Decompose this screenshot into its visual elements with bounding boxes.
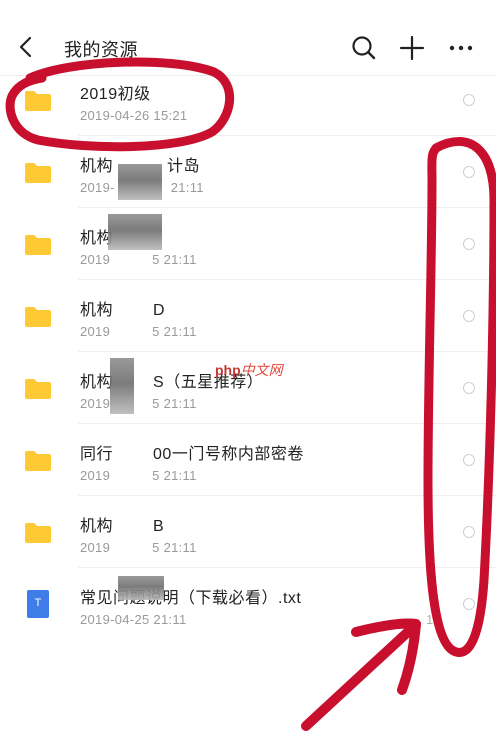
list-item[interactable]: 机构 D 2019 5 21:11 — [0, 280, 496, 352]
select-radio[interactable] — [463, 454, 475, 466]
folder-icon — [25, 523, 51, 543]
annotation-arrow — [301, 625, 415, 731]
list-item[interactable]: 机构 B 2019 5 21:11 — [0, 496, 496, 568]
file-date: 2019 5 21:11 — [80, 468, 197, 483]
list-item[interactable]: 机构 计岛 2019- 21:11 — [0, 136, 496, 208]
select-radio[interactable] — [463, 94, 475, 106]
redaction-blur — [118, 164, 162, 200]
more-icon[interactable] — [446, 33, 476, 63]
list-item[interactable]: T 常见问题说明（下载必看）.txt 2019-04-25 21:11 1 — [0, 568, 496, 640]
folder-icon — [25, 307, 51, 327]
file-name: 同行 00一门号称内部密卷 — [80, 446, 304, 463]
txt-file-icon: T — [27, 590, 49, 618]
select-radio[interactable] — [463, 526, 475, 538]
file-name: 机构 D — [80, 302, 166, 319]
page-title: 我的资源 — [64, 40, 138, 60]
file-date: 2019 5 21:11 — [80, 252, 197, 267]
file-name: 2019初级 — [80, 86, 151, 103]
select-radio[interactable] — [463, 598, 475, 610]
file-date: 2019 5 21:11 — [80, 396, 197, 411]
list-item[interactable]: 同行 00一门号称内部密卷 2019 5 21:11 — [0, 424, 496, 496]
list-item[interactable]: 机构 2019 5 21:11 — [0, 208, 496, 280]
plus-icon[interactable] — [397, 33, 427, 63]
folder-icon — [25, 163, 51, 183]
file-name: 常见问题说明（下载必看）.txt — [80, 590, 302, 607]
search-icon[interactable] — [349, 33, 379, 63]
select-radio[interactable] — [463, 382, 475, 394]
list-item[interactable]: 2019初级 2019-04-26 15:21 — [0, 64, 496, 136]
select-radio[interactable] — [463, 166, 475, 178]
folder-icon — [25, 235, 51, 255]
file-name: 机构 B — [80, 518, 165, 535]
folder-icon — [25, 451, 51, 471]
file-date: 2019-04-25 21:11 — [80, 612, 187, 627]
select-radio[interactable] — [463, 310, 475, 322]
folder-icon — [25, 379, 51, 399]
file-date: 2019-04-26 15:21 — [80, 108, 188, 123]
back-icon[interactable] — [12, 32, 40, 62]
file-size: 1 — [426, 612, 434, 627]
redaction-blur — [110, 358, 134, 414]
watermark-logo: php中文网 — [215, 362, 283, 378]
select-radio[interactable] — [463, 238, 475, 250]
file-date: 2019 5 21:11 — [80, 324, 197, 339]
redaction-blur — [118, 576, 164, 600]
redaction-blur — [108, 214, 162, 250]
folder-icon — [25, 91, 51, 111]
file-date: 2019 5 21:11 — [80, 540, 197, 555]
